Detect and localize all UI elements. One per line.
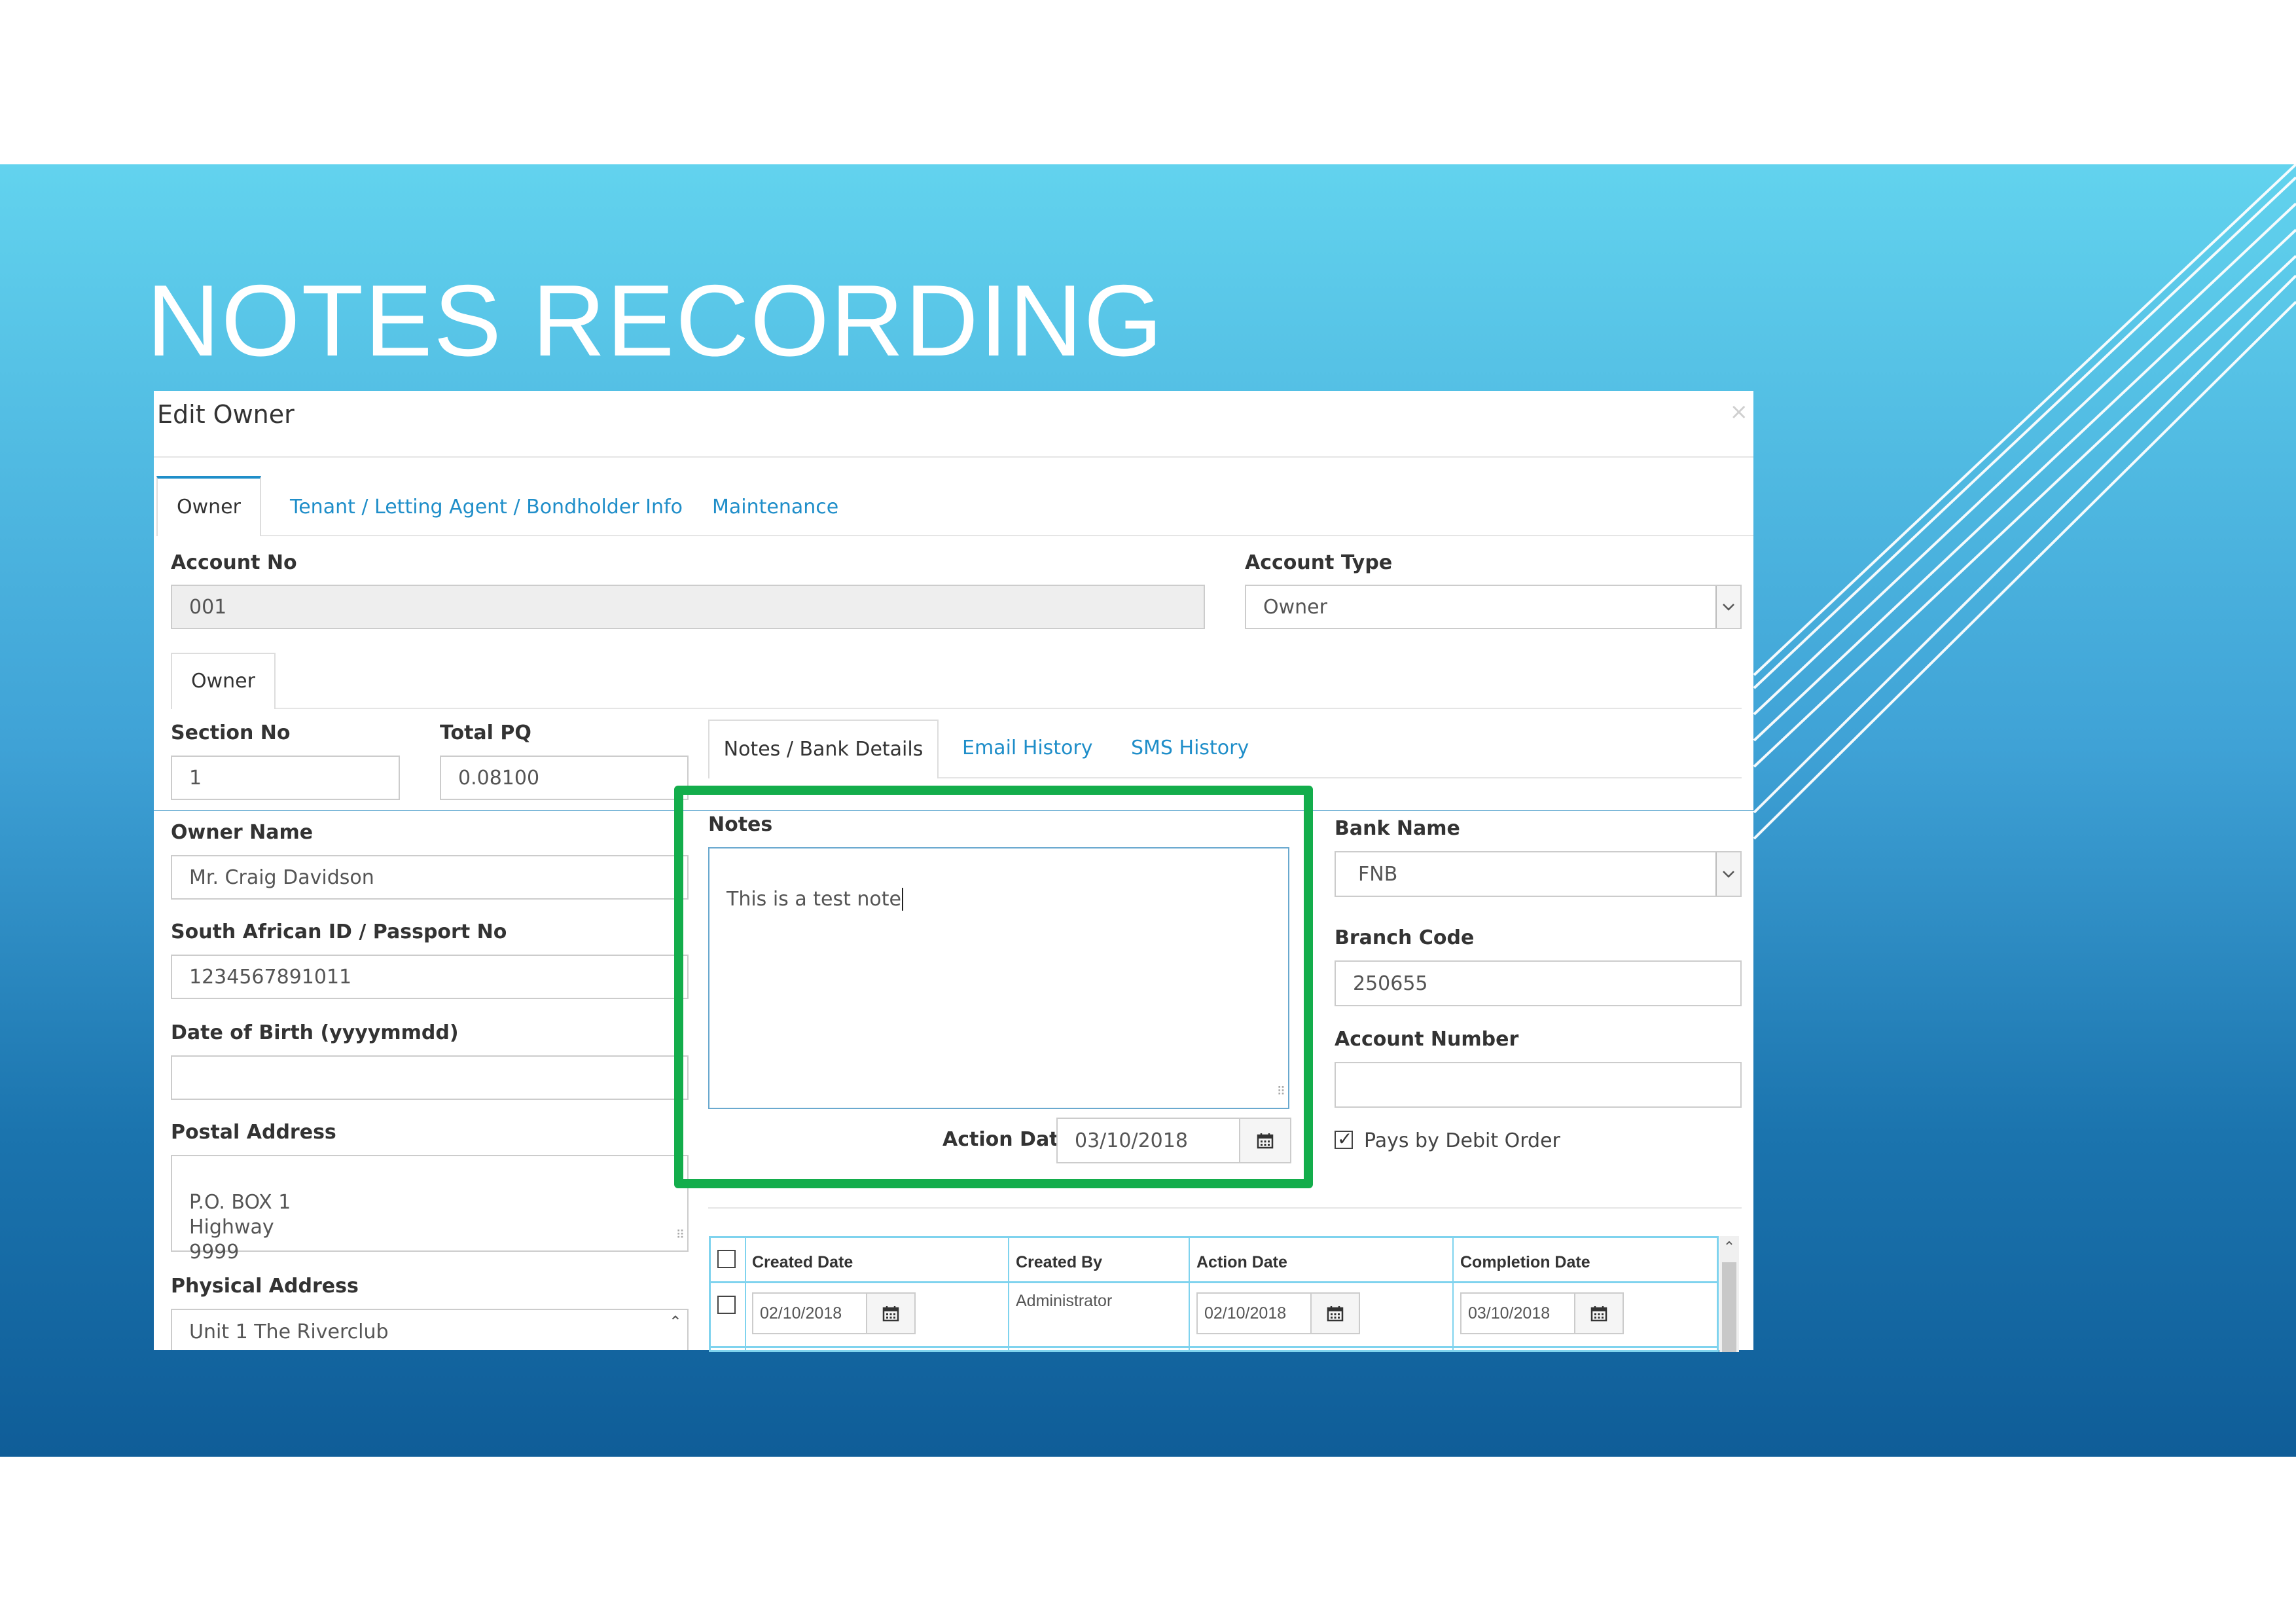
grid-col-divider (1452, 1238, 1454, 1350)
id-passport-label: South African ID / Passport No (171, 921, 507, 943)
tab-tenant-info[interactable]: Tenant / Letting Agent / Bondholder Info (290, 496, 683, 519)
row-created-date-field[interactable]: 02/10/2018 (752, 1292, 867, 1334)
notes-highlight-box (674, 786, 1313, 1188)
grid-scrollbar[interactable]: ⌃ (1719, 1236, 1739, 1352)
chevron-down-icon (1715, 852, 1740, 896)
scroll-thumb[interactable] (1722, 1262, 1736, 1352)
branch-code-label: Branch Code (1335, 926, 1475, 949)
col-action-date[interactable]: Action Date (1196, 1253, 1287, 1272)
col-completion-date[interactable]: Completion Date (1460, 1253, 1590, 1272)
notes-grid: Created Date Created By Action Date Comp… (709, 1236, 1719, 1352)
grid-header-divider (711, 1281, 1717, 1283)
tab-notes-bank-details[interactable]: Notes / Bank Details (708, 720, 939, 778)
select-all-checkbox[interactable] (717, 1250, 736, 1268)
row-checkbox[interactable] (717, 1296, 736, 1314)
total-pq-label: Total PQ (440, 721, 531, 744)
scroll-up-icon[interactable]: ⌃ (1719, 1239, 1739, 1256)
dialog-title: Edit Owner (157, 400, 295, 429)
physical-address-field[interactable]: Unit 1 The Riverclub ⌃ (171, 1309, 689, 1350)
resize-grip-icon[interactable]: ⠿ (676, 1223, 685, 1248)
close-icon[interactable]: × (1730, 399, 1749, 425)
subtab-owner[interactable]: Owner (171, 653, 276, 709)
account-type-select[interactable]: Owner (1245, 585, 1742, 629)
grid-col-divider (1189, 1238, 1190, 1350)
account-number-label: Account Number (1335, 1028, 1519, 1051)
bank-name-select[interactable]: FNB (1335, 851, 1742, 897)
postal-address-field[interactable]: P.O. BOX 1 Highway 9999 ⠿ (171, 1155, 689, 1264)
grid-top-divider (708, 1207, 1742, 1209)
account-no-field[interactable]: 001 (171, 585, 1205, 629)
grid-col-divider (1008, 1238, 1009, 1350)
grid-row-divider (711, 1346, 1717, 1348)
owner-name-label: Owner Name (171, 821, 314, 844)
row-action-date-field[interactable]: 02/10/2018 (1196, 1292, 1312, 1334)
section-no-label: Section No (171, 721, 291, 744)
owner-name-field[interactable]: Mr. Craig Davidson (171, 855, 689, 900)
slide-title: NOTES RECORDING (147, 264, 1164, 377)
total-pq-field[interactable]: 0.08100 (440, 756, 689, 800)
id-passport-field[interactable]: 1234567891011 (171, 955, 689, 999)
bank-name-label: Bank Name (1335, 817, 1460, 840)
account-no-label: Account No (171, 551, 297, 574)
account-type-label: Account Type (1245, 551, 1393, 574)
section-no-field[interactable]: 1 (171, 756, 400, 800)
slide: NOTES RECORDING Edit Owner × Owner Tenan… (0, 0, 2296, 1623)
tab-sms-history[interactable]: SMS History (1131, 737, 1249, 759)
chevron-down-icon (1715, 586, 1740, 628)
col-created-date[interactable]: Created Date (752, 1253, 853, 1272)
tabs-divider (261, 535, 1753, 536)
account-number-field[interactable] (1335, 1062, 1742, 1108)
detail-tabs-divider (939, 777, 1742, 778)
tab-email-history[interactable]: Email History (962, 737, 1093, 759)
dob-field[interactable] (171, 1055, 689, 1100)
dob-label: Date of Birth (yyyymmdd) (171, 1021, 459, 1044)
branch-code-field[interactable]: 250655 (1335, 960, 1742, 1006)
subtabs-divider (276, 708, 1742, 709)
row-completion-date-field[interactable]: 03/10/2018 (1460, 1292, 1575, 1334)
header-divider (154, 456, 1753, 458)
calendar-icon[interactable] (1312, 1292, 1360, 1334)
scroll-up-icon[interactable]: ⌃ (669, 1313, 682, 1331)
physical-address-label: Physical Address (171, 1275, 359, 1298)
debit-order-checkbox[interactable] (1335, 1128, 1353, 1150)
grid-col-divider (745, 1238, 746, 1350)
postal-address-label: Postal Address (171, 1121, 336, 1144)
tab-maintenance[interactable]: Maintenance (712, 496, 838, 519)
debit-order-label: Pays by Debit Order (1364, 1129, 1560, 1152)
calendar-icon[interactable] (1575, 1292, 1624, 1334)
col-created-by[interactable]: Created By (1016, 1253, 1102, 1272)
calendar-icon[interactable] (867, 1292, 916, 1334)
tab-owner[interactable]: Owner (156, 476, 261, 536)
row-created-by: Administrator (1016, 1292, 1113, 1310)
